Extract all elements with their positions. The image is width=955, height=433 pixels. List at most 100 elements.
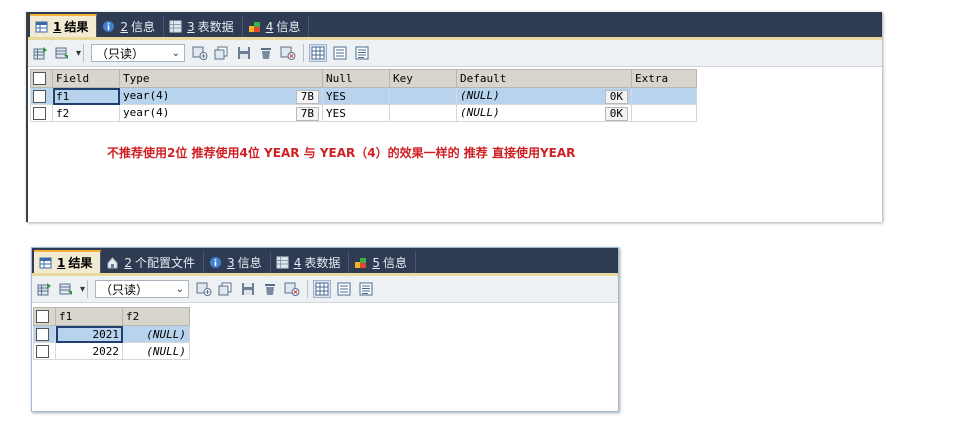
cell-null[interactable]: YES bbox=[322, 87, 390, 105]
checkbox[interactable] bbox=[33, 72, 46, 86]
column-header[interactable]: Type bbox=[119, 69, 323, 88]
text-view-icon[interactable] bbox=[357, 280, 375, 298]
result-tabbar: 1 结果 2 个配置文件 3 信息 4 表数据 5 信息 bbox=[32, 248, 618, 273]
size-badge: 0K bbox=[604, 106, 628, 121]
cell-f1[interactable]: 2021 bbox=[55, 325, 123, 343]
column-header[interactable]: Field bbox=[52, 69, 120, 88]
tab-label: 表数据 bbox=[304, 256, 341, 270]
cancel-icon[interactable] bbox=[283, 280, 301, 298]
status-icon bbox=[355, 258, 367, 268]
table-row[interactable]: 2022 (NULL) bbox=[33, 342, 190, 360]
cell-type-value: year(4) bbox=[123, 88, 170, 102]
column-header[interactable]: Extra bbox=[631, 69, 697, 88]
row-select-cell[interactable] bbox=[33, 342, 56, 360]
header-row: f1 f2 bbox=[33, 307, 190, 326]
copy-row-icon[interactable] bbox=[217, 280, 235, 298]
cell-null[interactable]: YES bbox=[322, 104, 390, 122]
column-header[interactable]: Null bbox=[322, 69, 390, 88]
import-icon[interactable] bbox=[54, 44, 72, 62]
checkbox[interactable] bbox=[36, 327, 49, 341]
tab-info[interactable]: 2 信息 bbox=[97, 16, 165, 37]
tab-label: 个配置文件 bbox=[135, 256, 196, 270]
add-row-icon[interactable] bbox=[195, 280, 213, 298]
select-all-cell[interactable] bbox=[30, 69, 53, 88]
tab-info[interactable]: 3 信息 bbox=[204, 252, 271, 273]
mode-select[interactable]: （只读） ⌄ bbox=[91, 44, 186, 62]
cell-type[interactable]: year(4) 7B bbox=[119, 104, 323, 122]
cell-f2[interactable]: (NULL) bbox=[122, 342, 190, 360]
checkbox[interactable] bbox=[33, 89, 46, 103]
cell-default[interactable]: (NULL) 0K bbox=[456, 87, 632, 105]
cell-type[interactable]: year(4) 7B bbox=[119, 87, 323, 105]
tab-number: 1 bbox=[53, 19, 62, 34]
table-icon bbox=[169, 20, 182, 33]
tab-number: 4 bbox=[265, 19, 274, 34]
info-icon bbox=[210, 257, 222, 268]
tab-info-2[interactable]: 4 信息 bbox=[243, 16, 310, 37]
tab-table-data[interactable]: 4 表数据 bbox=[271, 252, 350, 273]
checkbox[interactable] bbox=[33, 106, 46, 120]
row-select-cell[interactable] bbox=[33, 325, 56, 343]
table-row[interactable]: 2021 (NULL) bbox=[33, 325, 190, 343]
result-grid: Field Type Null Key Default Extra f1 yea… bbox=[30, 69, 697, 122]
cell-key[interactable] bbox=[389, 87, 457, 105]
cell-f1[interactable]: 2022 bbox=[55, 342, 123, 360]
tab-number: 5 bbox=[372, 255, 380, 270]
tab-number: 3 bbox=[187, 19, 195, 34]
mode-select[interactable]: （只读） ⌄ bbox=[95, 280, 190, 298]
cell-key[interactable] bbox=[389, 104, 457, 122]
tab-results[interactable]: 1 结果 bbox=[34, 250, 102, 273]
column-header[interactable]: f1 bbox=[55, 307, 123, 326]
text-view-icon[interactable] bbox=[353, 44, 371, 62]
tab-number: 2 bbox=[120, 19, 129, 34]
form-view-icon[interactable] bbox=[335, 280, 353, 298]
header-row: Field Type Null Key Default Extra bbox=[30, 69, 697, 88]
column-header[interactable]: f2 bbox=[122, 307, 190, 326]
export-icon[interactable] bbox=[36, 280, 54, 298]
import-icon[interactable] bbox=[58, 280, 76, 298]
cell-default-value: (NULL) bbox=[460, 88, 500, 102]
row-select-cell[interactable] bbox=[30, 104, 53, 122]
chevron-down-icon: ⌄ bbox=[171, 47, 181, 59]
grid-view-icon[interactable] bbox=[313, 280, 332, 298]
result-panel-1: 1 结果 2 信息 3 表数据 4 信息 ▾ （只读） ⌄ Field Type… bbox=[26, 12, 882, 222]
column-header[interactable]: Default bbox=[456, 69, 632, 88]
result-toolbar: ▾ （只读） ⌄ bbox=[32, 276, 618, 303]
save-icon[interactable] bbox=[235, 44, 253, 62]
info-icon bbox=[103, 21, 115, 32]
delete-icon[interactable] bbox=[257, 44, 275, 62]
cell-field[interactable]: f2 bbox=[52, 104, 120, 122]
cell-f2[interactable]: (NULL) bbox=[122, 325, 190, 343]
tab-table-data[interactable]: 3 表数据 bbox=[164, 16, 243, 37]
result-tabbar: 1 结果 2 信息 3 表数据 4 信息 bbox=[28, 12, 882, 37]
annotation-note: 不推荐使用2位 推荐使用4位 YEAR 与 YEAR（4）的效果一样的 推荐 直… bbox=[107, 146, 576, 160]
checkbox[interactable] bbox=[36, 310, 49, 324]
chevron-down-icon: ⌄ bbox=[175, 283, 185, 295]
delete-icon[interactable] bbox=[261, 280, 279, 298]
cell-field[interactable]: f1 bbox=[52, 87, 120, 105]
table-row[interactable]: f1 year(4) 7B YES (NULL) 0K bbox=[30, 87, 697, 105]
grid-icon bbox=[35, 21, 48, 33]
add-row-icon[interactable] bbox=[191, 44, 209, 62]
save-icon[interactable] bbox=[239, 280, 257, 298]
form-view-icon[interactable] bbox=[331, 44, 349, 62]
table-row[interactable]: f2 year(4) 7B YES (NULL) 0K bbox=[30, 104, 697, 122]
grid-view-icon[interactable] bbox=[309, 44, 328, 62]
result-grid: f1 f2 2021 (NULL) 2022 (NULL) bbox=[33, 307, 190, 360]
cell-default[interactable]: (NULL) 0K bbox=[456, 104, 632, 122]
column-header[interactable]: Key bbox=[389, 69, 457, 88]
tab-results[interactable]: 1 结果 bbox=[30, 14, 98, 37]
chevron-down-icon[interactable]: ▾ bbox=[76, 48, 81, 59]
checkbox[interactable] bbox=[36, 344, 49, 358]
cell-extra[interactable] bbox=[631, 87, 697, 105]
mode-select-value: （只读） bbox=[96, 46, 145, 61]
cell-extra[interactable] bbox=[631, 104, 697, 122]
tab-profiles[interactable]: 2 个配置文件 bbox=[101, 252, 205, 273]
select-all-cell[interactable] bbox=[33, 307, 56, 326]
row-select-cell[interactable] bbox=[30, 87, 53, 105]
chevron-down-icon[interactable]: ▾ bbox=[80, 284, 85, 295]
cancel-icon[interactable] bbox=[279, 44, 297, 62]
copy-row-icon[interactable] bbox=[213, 44, 231, 62]
export-icon[interactable] bbox=[32, 44, 50, 62]
tab-info-2[interactable]: 5 信息 bbox=[349, 252, 416, 273]
